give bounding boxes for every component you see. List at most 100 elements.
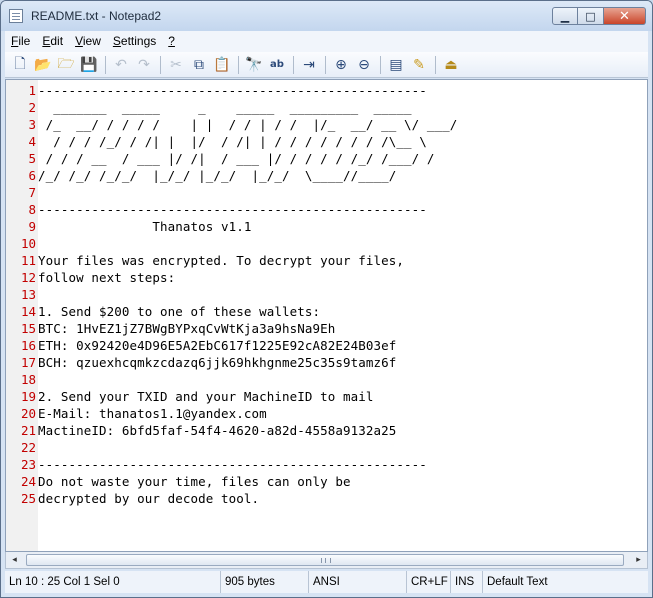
- editor-line[interactable]: 7: [6, 184, 647, 201]
- editor-line[interactable]: 11 Your files was encrypted. To decrypt y…: [6, 252, 647, 269]
- line-text: BCH: qzuexhcqmkzcdazq6jjk69hkhgnme25c35s…: [38, 355, 397, 370]
- editor-line[interactable]: 10: [6, 235, 647, 252]
- editor-line[interactable]: 2 _______ _____ _ _____ _________ _____: [6, 99, 647, 116]
- goto-line-icon[interactable]: ⇥: [298, 54, 320, 76]
- text-editor[interactable]: 1 ---------------------------------------…: [5, 79, 648, 552]
- line-number: 10: [20, 236, 36, 251]
- line-number: 25: [20, 491, 36, 506]
- zoom-out-icon[interactable]: ⊖: [353, 54, 375, 76]
- line-number: 5: [28, 151, 36, 166]
- zoom-in-icon[interactable]: ⊕: [330, 54, 352, 76]
- editor-line[interactable]: 4 / / / /_/ / /| | |/ / /| | / / / / / /…: [6, 133, 647, 150]
- line-text: / / / __ / ___ |/ /| / ___ |/ / / / / /_…: [38, 151, 435, 166]
- scroll-right-button[interactable]: ▸: [630, 552, 647, 568]
- line-number: 18: [20, 372, 36, 387]
- toolbar-separator: [238, 55, 239, 74]
- line-text: /_ __/ / / / / | | / / | / / |/_ __/ __ …: [38, 117, 458, 132]
- line-number: 22: [20, 440, 36, 455]
- toolbar-separator: [325, 55, 326, 74]
- toolbar-separator: [293, 55, 294, 74]
- toolbar-separator: [435, 55, 436, 74]
- line-text: E-Mail: thanatos1.1@yandex.com: [38, 406, 267, 421]
- editor-line[interactable]: 14 1. Send $200 to one of these wallets:: [6, 303, 647, 320]
- exit-icon[interactable]: ⏏: [440, 54, 462, 76]
- editor-line[interactable]: 5 / / / __ / ___ |/ /| / ___ |/ / / / / …: [6, 150, 647, 167]
- copy-icon[interactable]: ⧉: [188, 54, 210, 76]
- editor-line[interactable]: 1 ---------------------------------------…: [6, 82, 647, 99]
- window-title: README.txt - Notepad2: [31, 9, 162, 23]
- line-text: decrypted by our decode tool.: [38, 491, 260, 506]
- line-number: 4: [28, 134, 36, 149]
- horizontal-scrollbar[interactable]: ◂ ▸: [5, 552, 648, 569]
- editor-line[interactable]: 13: [6, 286, 647, 303]
- status-encoding[interactable]: ANSI: [309, 571, 407, 593]
- line-text: Do not waste your time, files can only b…: [38, 474, 351, 489]
- menu-file[interactable]: File: [5, 31, 36, 52]
- line-number: 14: [20, 304, 36, 319]
- line-number: 7: [28, 185, 36, 200]
- line-text: ----------------------------------------…: [38, 202, 427, 217]
- toolbar-separator: [380, 55, 381, 74]
- find-binoculars-icon[interactable]: 🔭: [243, 54, 265, 76]
- maximize-button[interactable]: □: [578, 7, 604, 25]
- scroll-grip-icon: [321, 558, 331, 563]
- replace-icon[interactable]: ab: [266, 54, 288, 76]
- editor-line[interactable]: 15 BTC: 1HvEZ1jZ7BWgBYPxqCvWtKja3a9hsNa9E…: [6, 320, 647, 337]
- line-number: 12: [20, 270, 36, 285]
- status-mode: INS: [451, 571, 483, 593]
- redo-icon[interactable]: ↷: [133, 54, 155, 76]
- editor-line[interactable]: 21 MactineID: 6bfd5faf-54f4-4620-a82d-455…: [6, 422, 647, 439]
- title-bar[interactable]: README.txt - Notepad2 ▁ □ ✕: [1, 1, 652, 31]
- line-text: /_/ /_/ /_/_/ |_/_/ |_/_/ |_/_/ \____//_…: [38, 168, 397, 183]
- menu-bar: File Edit View Settings ?: [5, 31, 648, 52]
- editor-line[interactable]: 24 Do not waste your time, files can only…: [6, 473, 647, 490]
- editor-line[interactable]: 9 Thanatos v1.1: [6, 218, 647, 235]
- notepad-app-icon[interactable]: [9, 9, 23, 23]
- line-number: 23: [20, 457, 36, 472]
- menu-view[interactable]: View: [69, 31, 107, 52]
- editor-line[interactable]: 23 --------------------------------------…: [6, 456, 647, 473]
- editor-line[interactable]: 16 ETH: 0x92420e4D96E5A2EbC617f1225E92cA8…: [6, 337, 647, 354]
- paste-icon[interactable]: 📋: [211, 54, 233, 76]
- line-number: 1: [28, 83, 36, 98]
- browse-folder-icon[interactable]: 🗁: [55, 54, 77, 76]
- status-scheme[interactable]: Default Text: [483, 571, 552, 593]
- save-icon[interactable]: 💾: [78, 54, 100, 76]
- editor-line[interactable]: 25 decrypted by our decode tool.: [6, 490, 647, 507]
- status-size: 905 bytes: [221, 571, 309, 593]
- line-text: Your files was encrypted. To decrypt you…: [38, 253, 405, 268]
- line-text: ----------------------------------------…: [38, 83, 427, 98]
- customize-scheme-icon[interactable]: ✎: [408, 54, 430, 76]
- line-number: 21: [20, 423, 36, 438]
- minimize-button[interactable]: ▁: [552, 7, 578, 25]
- editor-line[interactable]: 19 2. Send your TXID and your MachineID t…: [6, 388, 647, 405]
- status-position: Ln 10 : 25 Col 1 Sel 0: [5, 571, 221, 593]
- status-bar: Ln 10 : 25 Col 1 Sel 0 905 bytes ANSI CR…: [5, 571, 648, 593]
- menu-help[interactable]: ?: [162, 31, 181, 52]
- line-text: BTC: 1HvEZ1jZ7BWgBYPxqCvWtKja3a9hsNa9Eh: [38, 321, 336, 336]
- editor-line[interactable]: 3 /_ __/ / / / / | | / / | / / |/_ __/ _…: [6, 116, 647, 133]
- scroll-left-button[interactable]: ◂: [6, 552, 23, 568]
- status-eol[interactable]: CR+LF: [407, 571, 451, 593]
- menu-edit[interactable]: Edit: [36, 31, 69, 52]
- editor-line[interactable]: 12 follow next steps:: [6, 269, 647, 286]
- notepad-window: README.txt - Notepad2 ▁ □ ✕ File Edit Vi…: [0, 0, 653, 598]
- editor-line[interactable]: 6/_/ /_/ /_/_/ |_/_/ |_/_/ |_/_/ \____//…: [6, 167, 647, 184]
- new-file-icon[interactable]: 🗋: [9, 54, 31, 76]
- editor-line[interactable]: 18: [6, 371, 647, 388]
- cut-icon[interactable]: ✂: [165, 54, 187, 76]
- menu-settings[interactable]: Settings: [107, 31, 162, 52]
- open-folder-icon[interactable]: 📂: [32, 54, 54, 76]
- line-text: ----------------------------------------…: [38, 457, 427, 472]
- editor-line[interactable]: 22: [6, 439, 647, 456]
- line-number: 13: [20, 287, 36, 302]
- line-text: 2. Send your TXID and your MachineID to …: [38, 389, 374, 404]
- line-number: 6: [28, 168, 36, 183]
- scroll-thumb[interactable]: [26, 554, 624, 566]
- editor-line[interactable]: 8 ---------------------------------------…: [6, 201, 647, 218]
- undo-icon[interactable]: ↶: [110, 54, 132, 76]
- editor-line[interactable]: 17 BCH: qzuexhcqmkzcdazq6jjk69hkhgnme25c3…: [6, 354, 647, 371]
- select-scheme-icon[interactable]: ▤: [385, 54, 407, 76]
- close-button[interactable]: ✕: [604, 7, 646, 25]
- editor-line[interactable]: 20 E-Mail: thanatos1.1@yandex.com: [6, 405, 647, 422]
